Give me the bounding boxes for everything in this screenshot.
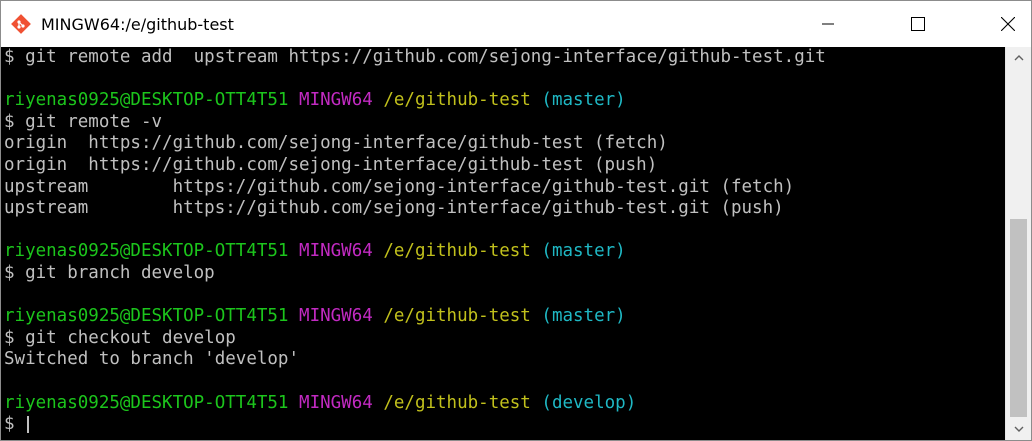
prompt-branch: (master) — [541, 241, 626, 262]
terminal-line: $ git checkout develop — [4, 327, 236, 348]
prompt-branch: (master) — [541, 90, 626, 111]
prompt-symbol: $ — [4, 414, 26, 435]
prompt-msystem: MINGW64 — [299, 241, 373, 262]
close-button[interactable] — [985, 1, 1031, 47]
terminal-line: origin https://github.com/sejong-interfa… — [4, 154, 658, 175]
window-title: MINGW64:/e/github-test — [41, 14, 234, 34]
minimize-icon — [822, 23, 834, 25]
prompt-line: riyenas0925@DESKTOP-OTT4T51 MINGW64 /e/g… — [4, 241, 1005, 263]
terminal-window: MINGW64:/e/github-test $ git remote add … — [0, 0, 1032, 441]
terminal-line: Switched to branch 'develop' — [4, 349, 300, 370]
prompt-branch: (master) — [541, 306, 626, 327]
terminal-line: upstream https://github.com/sejong-inter… — [4, 176, 795, 197]
terminal-line: $ git branch develop — [4, 262, 215, 283]
prompt-user: riyenas0925@DESKTOP-OTT4T51 — [4, 90, 289, 111]
title-bar[interactable]: MINGW64:/e/github-test — [1, 1, 1031, 47]
maximize-icon — [911, 17, 925, 31]
prompt-user: riyenas0925@DESKTOP-OTT4T51 — [4, 306, 289, 327]
prompt-msystem: MINGW64 — [299, 90, 373, 111]
terminal-output[interactable]: $ git remote add upstream https://github… — [1, 47, 1005, 440]
terminal-line: origin https://github.com/sejong-interfa… — [4, 133, 668, 154]
prompt-branch: (develop) — [541, 392, 637, 413]
maximize-button[interactable] — [895, 1, 941, 47]
prompt-path: /e/github-test — [383, 392, 531, 413]
prompt-msystem: MINGW64 — [299, 306, 373, 327]
scroll-down-button[interactable] — [1006, 418, 1031, 440]
prompt-msystem: MINGW64 — [299, 392, 373, 413]
prompt-path: /e/github-test — [383, 306, 531, 327]
prompt-line: riyenas0925@DESKTOP-OTT4T51 MINGW64 /e/g… — [4, 393, 1005, 415]
input-line[interactable]: $ — [4, 414, 1005, 436]
scroll-up-button[interactable] — [1006, 47, 1031, 69]
scroll-down-icon — [1014, 426, 1023, 432]
prompt-path: /e/github-test — [383, 241, 531, 262]
terminal-line: upstream https://github.com/sejong-inter… — [4, 198, 784, 219]
terminal-line: $ git remote add upstream https://github… — [4, 47, 826, 67]
prompt-user: riyenas0925@DESKTOP-OTT4T51 — [4, 392, 289, 413]
terminal-line: $ git remote -v — [4, 111, 163, 132]
close-icon — [1001, 17, 1015, 31]
scroll-up-icon — [1014, 55, 1023, 61]
prompt-path: /e/github-test — [383, 90, 531, 111]
git-bash-icon — [3, 1, 39, 47]
prompt-line: riyenas0925@DESKTOP-OTT4T51 MINGW64 /e/g… — [4, 90, 1005, 112]
prompt-user: riyenas0925@DESKTOP-OTT4T51 — [4, 241, 289, 262]
window-controls — [805, 1, 1031, 47]
scroll-thumb[interactable] — [1010, 219, 1027, 417]
vertical-scrollbar[interactable] — [1005, 47, 1031, 440]
minimize-button[interactable] — [805, 1, 851, 47]
text-cursor — [27, 415, 30, 433]
prompt-line: riyenas0925@DESKTOP-OTT4T51 MINGW64 /e/g… — [4, 306, 1005, 328]
